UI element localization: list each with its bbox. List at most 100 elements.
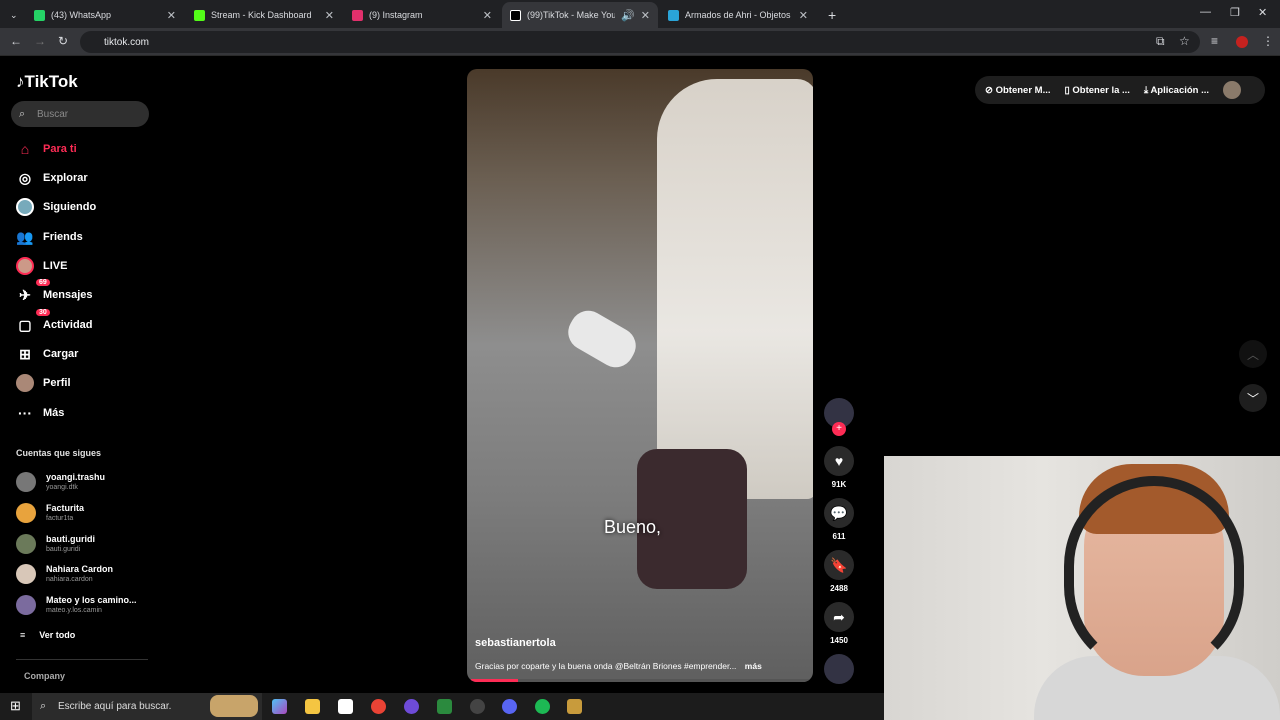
new-tab-button[interactable]: + — [820, 2, 840, 28]
windows-start-icon[interactable]: ⊞ — [10, 698, 21, 714]
account-name: yoangi.trashu — [46, 472, 106, 482]
tab-title: (43) WhatsApp — [51, 10, 112, 20]
back-icon[interactable]: ← — [10, 34, 22, 48]
nav-explorar[interactable]: ◎ Explorar — [16, 166, 88, 190]
comment-count: 611 — [832, 532, 846, 541]
tab-search-button[interactable]: ⌄ — [2, 2, 22, 28]
previous-video-button[interactable]: ︿ — [1239, 340, 1267, 368]
tiktok-note-icon: ♪ — [16, 72, 25, 91]
instagram-icon — [352, 9, 363, 21]
desktop-app-label: Aplicación ... — [1150, 84, 1210, 96]
search-placeholder: Buscar — [37, 108, 69, 120]
account-handle: yoangi.dtk — [46, 484, 78, 491]
app-icon[interactable] — [437, 699, 452, 714]
company-link[interactable]: Company — [24, 671, 65, 681]
nav-label: LIVE — [43, 260, 68, 272]
chrome-icon[interactable] — [371, 699, 386, 714]
tab-tiktok[interactable]: (99)TikTok - Make Your Day 🔊 ✕ — [502, 2, 658, 28]
whatsapp-icon — [34, 9, 45, 21]
speaker-icon[interactable]: 🔊 — [621, 9, 635, 22]
top-right-actions: ⊘ Obtener M... ▯ Obtener la ... ⤓ Aplica… — [975, 76, 1265, 104]
get-app-button[interactable]: ▯ Obtener la ... — [1065, 85, 1130, 96]
menu-dots-icon[interactable]: ⋮ — [1262, 34, 1274, 48]
tab-ahri[interactable]: Armados de Ahri - Objetos / Ru ✕ — [660, 2, 816, 28]
following-account[interactable]: yoangi.trashu yoangi.dtk — [16, 468, 105, 496]
browser-toolbar: ← → ↻ tiktok.com ⧉ ☆ ≡ ⋮ — [0, 28, 1280, 56]
install-app-icon[interactable]: ⧉ — [1156, 34, 1165, 49]
profile-avatar-icon[interactable] — [1236, 36, 1248, 48]
restore-icon[interactable]: ❐ — [1230, 6, 1240, 19]
spotify-icon[interactable] — [535, 699, 550, 714]
more-link[interactable]: más — [745, 661, 762, 671]
nav-actividad[interactable]: ▢ Actividad 30 — [16, 309, 93, 337]
close-icon[interactable]: ✕ — [799, 9, 808, 22]
media-control-icon[interactable]: ≡ — [1211, 34, 1218, 48]
taskbar-search[interactable]: ⌕ Escribe aquí para buscar. — [32, 693, 262, 720]
close-icon[interactable]: ✕ — [641, 9, 650, 22]
nav-para-ti[interactable]: ⌂ Para ti — [16, 137, 77, 161]
tab-whatsapp[interactable]: (43) WhatsApp ✕ — [26, 2, 184, 28]
account-handle: nahiara.cardon — [46, 576, 93, 583]
video-player[interactable]: Bueno, sebastianertola Gracias por copar… — [467, 69, 813, 682]
tab-instagram[interactable]: (9) Instagram ✕ — [344, 2, 500, 28]
see-all-link[interactable]: ≡ Ver todo — [20, 621, 75, 649]
avatar — [16, 564, 36, 584]
avatar — [16, 595, 36, 615]
capcut-icon[interactable] — [338, 699, 353, 714]
tab-kick[interactable]: Stream - Kick Dashboard ✕ — [186, 2, 342, 28]
streamlabs-icon[interactable] — [404, 699, 419, 714]
minimize-icon[interactable]: — — [1200, 6, 1211, 18]
nav-perfil[interactable]: Perfil — [16, 371, 71, 395]
nav-live[interactable]: LIVE — [16, 254, 67, 278]
obs-icon[interactable] — [470, 699, 485, 714]
profile-avatar[interactable] — [1223, 81, 1242, 99]
nav-mensajes[interactable]: ✈ Mensajes 69 — [16, 279, 93, 307]
discord-icon[interactable] — [502, 699, 517, 714]
video-author[interactable]: sebastianertola — [475, 637, 556, 649]
nav-label: Mensajes — [43, 289, 93, 301]
close-icon[interactable]: ✕ — [325, 9, 334, 22]
tab-title: (99)TikTok - Make Your Day — [527, 10, 616, 20]
league-of-legends-icon[interactable] — [567, 699, 582, 714]
follow-plus-icon[interactable]: + — [832, 422, 846, 436]
tiktok-logo[interactable]: ♪TikTok — [16, 72, 78, 92]
chevron-down-icon: ⌄ — [10, 9, 18, 20]
save-button[interactable]: 🔖 2488 — [824, 550, 854, 593]
get-coins-button[interactable]: ⊘ Obtener M... — [985, 85, 1051, 96]
video-can-shape — [561, 304, 643, 374]
desktop-app-button[interactable]: ⤓ Aplicación ... — [1144, 85, 1209, 96]
forward-icon[interactable]: → — [34, 34, 46, 48]
copilot-icon[interactable] — [272, 699, 287, 714]
video-progress-bar[interactable] — [471, 679, 809, 682]
coin-icon: ⊘ — [985, 84, 996, 96]
kick-icon — [194, 9, 205, 21]
nav-friends[interactable]: 👥 Friends — [16, 225, 82, 249]
close-icon[interactable]: ✕ — [167, 9, 176, 22]
next-video-button[interactable]: ﹀ — [1239, 384, 1267, 412]
following-account[interactable]: Mateo y los camino... mateo.y.los.camin — [16, 591, 137, 619]
close-window-icon[interactable]: ✕ — [1258, 6, 1267, 19]
nav-mas[interactable]: ··· Más — [16, 401, 64, 425]
following-account[interactable]: Nahiara Cardon nahiara.cardon — [16, 560, 113, 588]
file-explorer-icon[interactable] — [305, 699, 320, 714]
music-disc[interactable] — [824, 654, 854, 684]
comment-button[interactable]: 💬 611 — [824, 498, 854, 541]
following-account[interactable]: bauti.guridi bauti.guridi — [16, 530, 95, 558]
get-app-label: Obtener la ... — [1072, 84, 1130, 96]
nav-siguiendo[interactable]: Siguiendo — [16, 195, 96, 219]
following-account[interactable]: Facturita factur1ta — [16, 499, 84, 527]
search-input[interactable]: ⌕ Buscar — [11, 101, 149, 127]
bookmark-star-icon[interactable]: ☆ — [1179, 34, 1190, 48]
profile-avatar-icon — [16, 374, 34, 392]
creator-avatar[interactable]: + — [824, 398, 854, 436]
live-icon — [16, 257, 34, 275]
friends-icon: 👥 — [16, 228, 34, 245]
address-bar[interactable]: tiktok.com — [80, 31, 1200, 53]
avatar — [16, 534, 36, 554]
nav-cargar[interactable]: ⊞ Cargar — [16, 342, 78, 366]
close-icon[interactable]: ✕ — [483, 9, 492, 22]
reload-icon[interactable]: ↻ — [58, 34, 68, 48]
share-button[interactable]: ➦ 1450 — [824, 602, 854, 645]
windows-taskbar: ⊞ ⌕ Escribe aquí para buscar. — [0, 693, 884, 720]
like-button[interactable]: ♥ 91K — [824, 446, 854, 489]
